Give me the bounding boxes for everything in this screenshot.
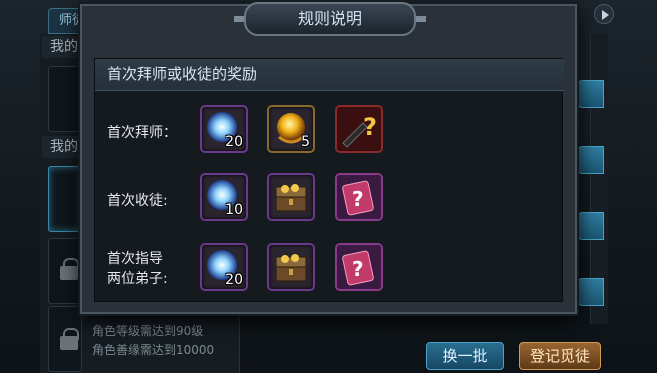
mystery-scroll-icon: ? — [337, 175, 381, 219]
requirement-karma: 角色善缘需达到10000 — [92, 343, 215, 357]
reward-item[interactable]: ? — [335, 105, 383, 153]
reward-item[interactable]: 20 — [200, 243, 248, 291]
item-quantity: 5 — [301, 134, 310, 150]
reward-item[interactable]: 5 — [267, 105, 315, 153]
side-action-button[interactable] — [578, 278, 604, 306]
row-label-first-master: 首次拜师： — [107, 125, 177, 141]
svg-text:?: ? — [352, 187, 364, 211]
treasure-chest-icon — [275, 254, 307, 282]
rewards-section-header: 首次拜师或收徒的奖励 — [95, 59, 564, 91]
rules-dialog: 规则说明 首次拜师或收徒的奖励 首次拜师： 20 5 ? 首次收徒: 10 ? … — [80, 2, 577, 314]
item-quantity: 10 — [225, 202, 243, 218]
reward-item[interactable] — [267, 243, 315, 291]
svg-text:?: ? — [352, 257, 364, 281]
row-label-first-apprentice: 首次收徒: — [107, 193, 168, 209]
lock-icon — [60, 258, 79, 280]
side-action-button[interactable] — [578, 212, 604, 240]
item-quantity: 20 — [225, 272, 243, 288]
side-action-button[interactable] — [578, 146, 604, 174]
mystery-weapon-icon: ? — [337, 107, 381, 151]
member-slot[interactable] — [48, 66, 82, 132]
reward-item[interactable]: ? — [335, 173, 383, 221]
lock-icon — [60, 328, 79, 350]
reward-item[interactable] — [267, 173, 315, 221]
item-quantity: 20 — [225, 134, 243, 150]
row-label-first-guide-line2: 两位弟子: — [107, 271, 168, 287]
svg-text:?: ? — [363, 113, 377, 141]
row-label-first-guide-line1: 首次指导 — [107, 251, 163, 267]
side-action-button[interactable] — [578, 80, 604, 108]
reward-item[interactable]: ? — [335, 243, 383, 291]
reward-item[interactable]: 10 — [200, 173, 248, 221]
reward-item[interactable]: 20 — [200, 105, 248, 153]
requirement-level: 角色等级需达到90级 — [92, 324, 204, 338]
treasure-chest-icon — [275, 184, 307, 212]
section-label-mine: 我的 — [42, 36, 80, 58]
member-slot-active[interactable] — [48, 166, 82, 232]
dialog-title: 规则说明 — [234, 2, 426, 36]
rewards-panel: 首次拜师或收徒的奖励 首次拜师： 20 5 ? 首次收徒: 10 ? 首次指导 … — [94, 58, 564, 302]
section-label-mine-2: 我的 — [42, 136, 80, 158]
swap-batch-button[interactable]: 换一批 — [426, 342, 504, 370]
mystery-scroll-icon: ? — [337, 245, 381, 289]
register-seek-apprentice-button[interactable]: 登记觅徒 — [519, 342, 601, 370]
play-icon[interactable] — [594, 4, 614, 24]
